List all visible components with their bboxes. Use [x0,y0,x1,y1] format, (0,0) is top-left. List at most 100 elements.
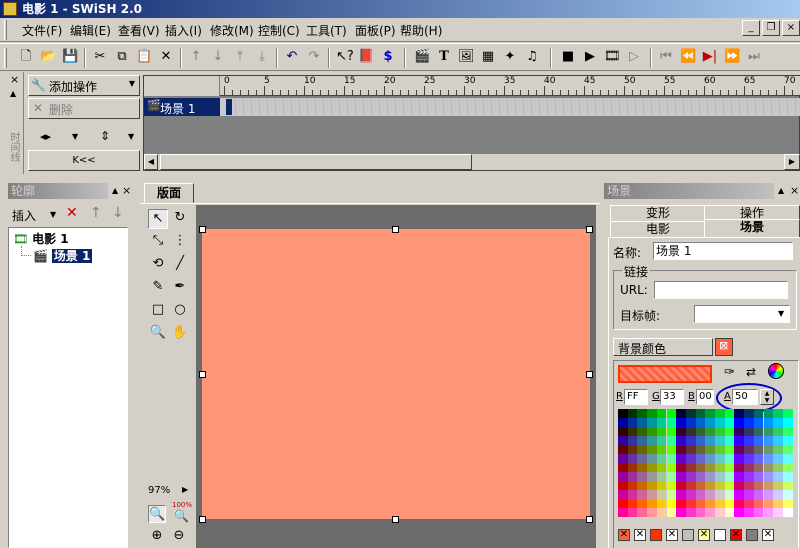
select-tool-icon[interactable]: ↖ [148,209,168,229]
palette-swatch[interactable] [618,427,628,436]
insert-dropdown-icon[interactable]: ▼ [50,210,56,219]
outline-collapse-icon[interactable]: ▲ [112,185,118,197]
palette-swatch[interactable] [656,418,667,427]
palette-swatch[interactable] [734,418,745,427]
palette-swatch[interactable] [647,436,657,445]
pen-tool-icon[interactable]: ✒ [170,278,190,298]
palette-swatch[interactable] [724,436,735,445]
palette-swatch[interactable] [782,409,793,418]
tree-node-movie[interactable]: 🎞 电影 1 [13,230,69,247]
resize-handle-bl[interactable] [199,516,206,523]
palette-swatch[interactable] [753,508,764,517]
ellipse-tool-icon[interactable]: ○ [170,301,190,321]
palette-swatch[interactable] [753,499,764,508]
palette-swatch[interactable] [676,490,686,499]
menu-insert[interactable]: 插入(I) [165,22,202,39]
scene-row-frames[interactable] [220,98,800,116]
palette-swatch[interactable] [773,472,783,481]
palette-swatch[interactable] [734,409,745,418]
palette-swatch[interactable] [676,508,686,517]
palette-swatch[interactable] [715,481,725,490]
palette-swatch[interactable] [734,508,745,517]
recent-color-swatch[interactable] [714,529,726,541]
recent-color-swatch[interactable]: ✕ [730,529,742,541]
cut-icon[interactable]: ✂ [92,49,108,65]
palette-swatch[interactable] [773,445,783,454]
palette-swatch[interactable] [695,454,706,463]
palette-swatch[interactable] [744,427,754,436]
palette-swatch[interactable] [656,445,667,454]
palette-swatch[interactable] [753,454,764,463]
palette-swatch[interactable] [763,463,774,472]
palette-swatch[interactable] [647,445,657,454]
palette-swatch[interactable] [627,445,638,454]
palette-swatch[interactable] [695,427,706,436]
scene-close-icon[interactable]: × [790,185,799,197]
palette-swatch[interactable] [763,508,774,517]
tab-layout[interactable]: 版面 [144,183,194,203]
palette-swatch[interactable] [695,481,706,490]
move-top-icon[interactable]: ⤒ [232,49,248,65]
palette-swatch[interactable] [676,481,686,490]
palette-swatch[interactable] [715,508,725,517]
palette-swap-icon[interactable]: ⇄ [746,365,756,379]
palette-swatch[interactable] [695,508,706,517]
palette-swatch[interactable] [627,454,638,463]
palette-swatch[interactable] [676,472,686,481]
pencil-tool-icon[interactable]: ✎ [148,278,168,298]
resize-handle-br[interactable] [586,516,593,523]
zoom-100-icon[interactable]: 100% 🔍 [170,501,192,525]
palette-swatch[interactable] [676,418,686,427]
palette-swatch[interactable] [695,499,706,508]
palette-swatch[interactable] [705,418,715,427]
play-icon[interactable]: ▶ [582,49,598,65]
palette-swatch[interactable] [715,445,725,454]
palette-swatch[interactable] [724,508,735,517]
palette-swatch[interactable] [685,508,696,517]
palette-swatch[interactable] [724,418,735,427]
palette-swatch[interactable] [773,490,783,499]
palette-swatch[interactable] [637,481,648,490]
last-frame-icon[interactable]: ⏭ [746,49,762,65]
rectangle-tool-icon[interactable]: □ [148,301,168,321]
palette-swatch[interactable] [744,508,754,517]
palette-swatch[interactable] [715,490,725,499]
palette-swatch[interactable] [685,481,696,490]
step-icon[interactable]: ◂▸ [40,130,51,143]
palette-swatch[interactable] [763,418,774,427]
palette-swatch[interactable] [647,499,657,508]
restore-button[interactable]: ❐ [762,20,780,36]
palette-swatch[interactable] [637,490,648,499]
palette-swatch[interactable] [753,427,764,436]
palette-swatch[interactable] [724,472,735,481]
palette-swatch[interactable] [734,427,745,436]
insert-effect-icon[interactable]: ✦ [502,49,518,65]
palette-swatch[interactable] [705,508,715,517]
menu-view[interactable]: 查看(V) [118,22,160,39]
palette-swatch[interactable] [753,436,764,445]
hand-tool-icon[interactable]: ✋ [170,324,190,344]
close-button[interactable]: × [782,20,800,36]
palette-swatch[interactable] [763,490,774,499]
palette-swatch[interactable] [666,427,677,436]
palette-swatch[interactable] [676,454,686,463]
palette-swatch[interactable] [647,463,657,472]
resize-handle-l[interactable] [199,371,206,378]
palette-swatch[interactable] [666,481,677,490]
palette-swatch[interactable] [782,418,793,427]
palette-swatch[interactable] [637,508,648,517]
palette-swatch[interactable] [773,427,783,436]
palette-swatch[interactable] [705,472,715,481]
menu-tools[interactable]: 工具(T) [306,22,347,39]
b-input[interactable]: 00 [696,389,714,405]
scroll-thumb[interactable] [160,154,472,170]
book-icon[interactable]: 📕 [358,49,374,65]
palette-swatch[interactable] [685,436,696,445]
palette-swatch[interactable] [695,463,706,472]
palette-swatch[interactable] [705,445,715,454]
add-action-button[interactable]: 🔧 添加操作 ▼ [28,75,140,96]
resize-handle-t[interactable] [392,226,399,233]
palette-swatch[interactable] [715,454,725,463]
tree-node-scene[interactable]: 🎬 场景 1 [33,247,93,264]
palette-swatch[interactable] [705,499,715,508]
